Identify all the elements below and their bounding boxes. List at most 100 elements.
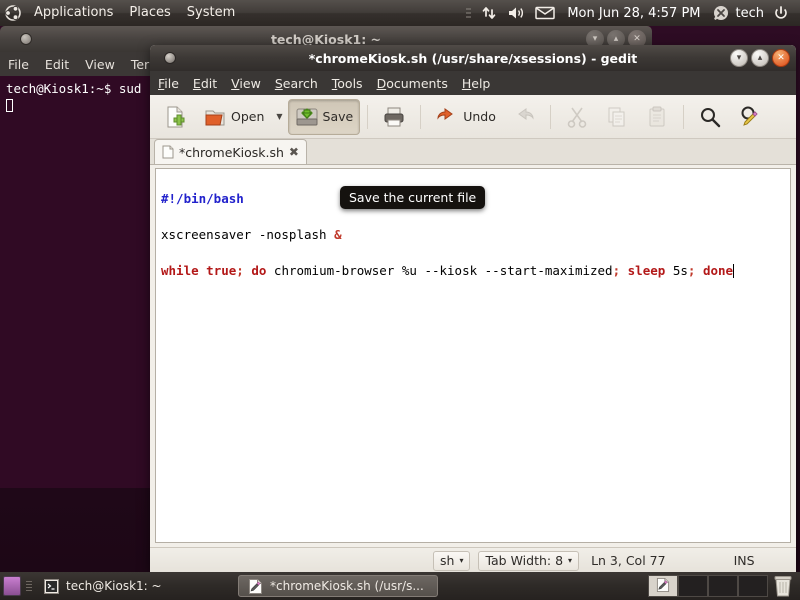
gedit-tabbar[interactable]: *chromeKiosk.sh ✖ bbox=[150, 139, 796, 165]
menu-documents[interactable]: Documents bbox=[377, 76, 448, 91]
taskbar-window-label: *chromeKiosk.sh (/usr/s... bbox=[270, 579, 424, 593]
gedit-window-menu-icon[interactable] bbox=[164, 52, 176, 64]
code-token: ; bbox=[612, 263, 621, 278]
gedit-titlebar[interactable]: *chromeKiosk.sh (/usr/share/xsessions) -… bbox=[150, 45, 796, 71]
taskbar-window-gedit[interactable]: *chromeKiosk.sh (/usr/s... bbox=[238, 575, 438, 597]
toolbar-separator bbox=[367, 104, 369, 129]
terminal-window-menu-icon[interactable] bbox=[20, 33, 32, 45]
print-button[interactable] bbox=[375, 99, 413, 135]
gedit-title: *chromeKiosk.sh (/usr/share/xsessions) -… bbox=[308, 50, 638, 66]
redo-arrow-icon bbox=[512, 105, 536, 129]
toolbar-separator bbox=[549, 104, 551, 129]
save-disk-icon bbox=[295, 105, 319, 129]
code-token: ; bbox=[236, 263, 244, 278]
gedit-window-buttons[interactable]: ▾ ▴ ✕ bbox=[730, 49, 790, 67]
paste-clipboard-icon bbox=[645, 105, 669, 129]
save-tooltip: Save the current file bbox=[340, 186, 486, 209]
open-folder-icon bbox=[203, 105, 227, 129]
gedit-window[interactable]: *chromeKiosk.sh (/usr/share/xsessions) -… bbox=[150, 45, 796, 573]
applications-menu[interactable]: Applications bbox=[26, 0, 121, 26]
insert-mode: INS bbox=[733, 553, 755, 568]
toolbar-separator bbox=[682, 104, 684, 129]
mail-icon[interactable] bbox=[530, 0, 560, 26]
editor-area[interactable]: #!/bin/bash xscreensaver -nosplash & whi… bbox=[155, 168, 791, 543]
places-menu[interactable]: Places bbox=[121, 0, 178, 26]
desktop-screen: tech@Kiosk1: ~ ▾ ▴ ✕ File Edit View Term… bbox=[0, 0, 800, 600]
code-line-2: xscreensaver -nosplash & bbox=[161, 226, 785, 244]
show-desktop-icon[interactable] bbox=[3, 576, 21, 596]
tab-close-icon[interactable]: ✖ bbox=[289, 145, 299, 159]
ubuntu-logo-icon[interactable] bbox=[0, 0, 26, 26]
find-button[interactable] bbox=[691, 99, 729, 135]
top-panel[interactable]: Applications Places System Mon Jun 28, 4… bbox=[0, 0, 800, 26]
trash-icon[interactable] bbox=[772, 574, 794, 598]
terminal-menu-file[interactable]: File bbox=[8, 57, 29, 72]
language-selector[interactable]: sh ▾ bbox=[433, 550, 471, 571]
file-icon bbox=[162, 145, 174, 159]
open-dropdown-arrow-icon[interactable]: ▼ bbox=[273, 112, 285, 121]
taskbar-grip bbox=[26, 577, 32, 595]
menu-tools[interactable]: Tools bbox=[332, 76, 363, 91]
volume-icon[interactable] bbox=[502, 0, 530, 26]
code-token: done bbox=[702, 263, 734, 278]
network-icon[interactable] bbox=[476, 0, 502, 26]
gedit-statusbar: sh ▾ Tab Width: 8 ▾ Ln 3, Col 77 INS bbox=[150, 547, 796, 573]
code-token: 5s bbox=[665, 263, 688, 278]
terminal-menu-edit[interactable]: Edit bbox=[45, 57, 69, 72]
code-token: do bbox=[251, 263, 267, 278]
chevron-down-icon: ▾ bbox=[459, 556, 464, 565]
gedit-icon bbox=[656, 577, 670, 595]
menu-help[interactable]: Help bbox=[462, 76, 491, 91]
find-magnifier-icon bbox=[698, 105, 722, 129]
gedit-menubar[interactable]: FFileile Edit View Search Tools Document… bbox=[150, 71, 796, 95]
code-token: sleep bbox=[627, 263, 666, 278]
tab-chromekiosk[interactable]: *chromeKiosk.sh ✖ bbox=[154, 139, 307, 164]
replace-button[interactable] bbox=[731, 99, 769, 135]
workspace-1[interactable] bbox=[648, 575, 678, 597]
cursor-position: Ln 3, Col 77 bbox=[591, 553, 666, 568]
gedit-icon bbox=[247, 578, 264, 595]
clock[interactable]: Mon Jun 28, 4:57 PM bbox=[560, 6, 707, 21]
workspace-2[interactable] bbox=[678, 575, 708, 597]
terminal-icon bbox=[43, 578, 60, 595]
gedit-close-button[interactable]: ✕ bbox=[772, 49, 790, 67]
copy-button bbox=[598, 99, 636, 135]
paste-button bbox=[638, 99, 676, 135]
undo-button[interactable]: Undo bbox=[428, 99, 503, 135]
workspace-3[interactable] bbox=[708, 575, 738, 597]
user-status-icon[interactable] bbox=[708, 0, 734, 26]
code-token: #!/bin/bash bbox=[161, 191, 244, 206]
workspace-4[interactable] bbox=[738, 575, 768, 597]
menu-edit[interactable]: Edit bbox=[193, 76, 217, 91]
tab-width-selector[interactable]: Tab Width: 8 ▾ bbox=[478, 550, 580, 571]
code-line-3: while true; do chromium-browser %u --kio… bbox=[161, 262, 785, 280]
toolbar-separator bbox=[420, 104, 422, 129]
new-button[interactable] bbox=[156, 99, 194, 135]
code-token: xscreensaver -nosplash bbox=[161, 227, 335, 242]
gedit-toolbar[interactable]: Open ▼ Save Undo Save the current file bbox=[150, 95, 796, 209]
menu-file[interactable]: FFileile bbox=[158, 76, 179, 91]
open-button-label: Open bbox=[231, 109, 265, 124]
panel-tray[interactable]: Mon Jun 28, 4:57 PM tech bbox=[461, 0, 800, 26]
copy-icon bbox=[605, 105, 629, 129]
language-label: sh bbox=[440, 553, 455, 568]
undo-button-label: Undo bbox=[463, 109, 496, 124]
taskbar[interactable]: tech@Kiosk1: ~ *chromeKiosk.sh (/usr/s..… bbox=[0, 572, 800, 600]
terminal-menu-view[interactable]: View bbox=[85, 57, 115, 72]
gedit-minimize-button[interactable]: ▾ bbox=[730, 49, 748, 67]
menu-view[interactable]: View bbox=[231, 76, 261, 91]
new-document-icon bbox=[163, 105, 187, 129]
system-menu[interactable]: System bbox=[179, 0, 243, 26]
gedit-maximize-button[interactable]: ▴ bbox=[751, 49, 769, 67]
open-button[interactable]: Open bbox=[196, 99, 271, 135]
taskbar-window-terminal[interactable]: tech@Kiosk1: ~ bbox=[35, 575, 235, 597]
save-button[interactable]: Save bbox=[287, 98, 361, 135]
workspace-switcher[interactable] bbox=[648, 574, 797, 598]
menu-search[interactable]: Search bbox=[275, 76, 318, 91]
username[interactable]: tech bbox=[734, 6, 768, 21]
power-icon[interactable] bbox=[768, 0, 794, 26]
code-token: & bbox=[334, 227, 342, 242]
text-caret bbox=[733, 264, 735, 278]
